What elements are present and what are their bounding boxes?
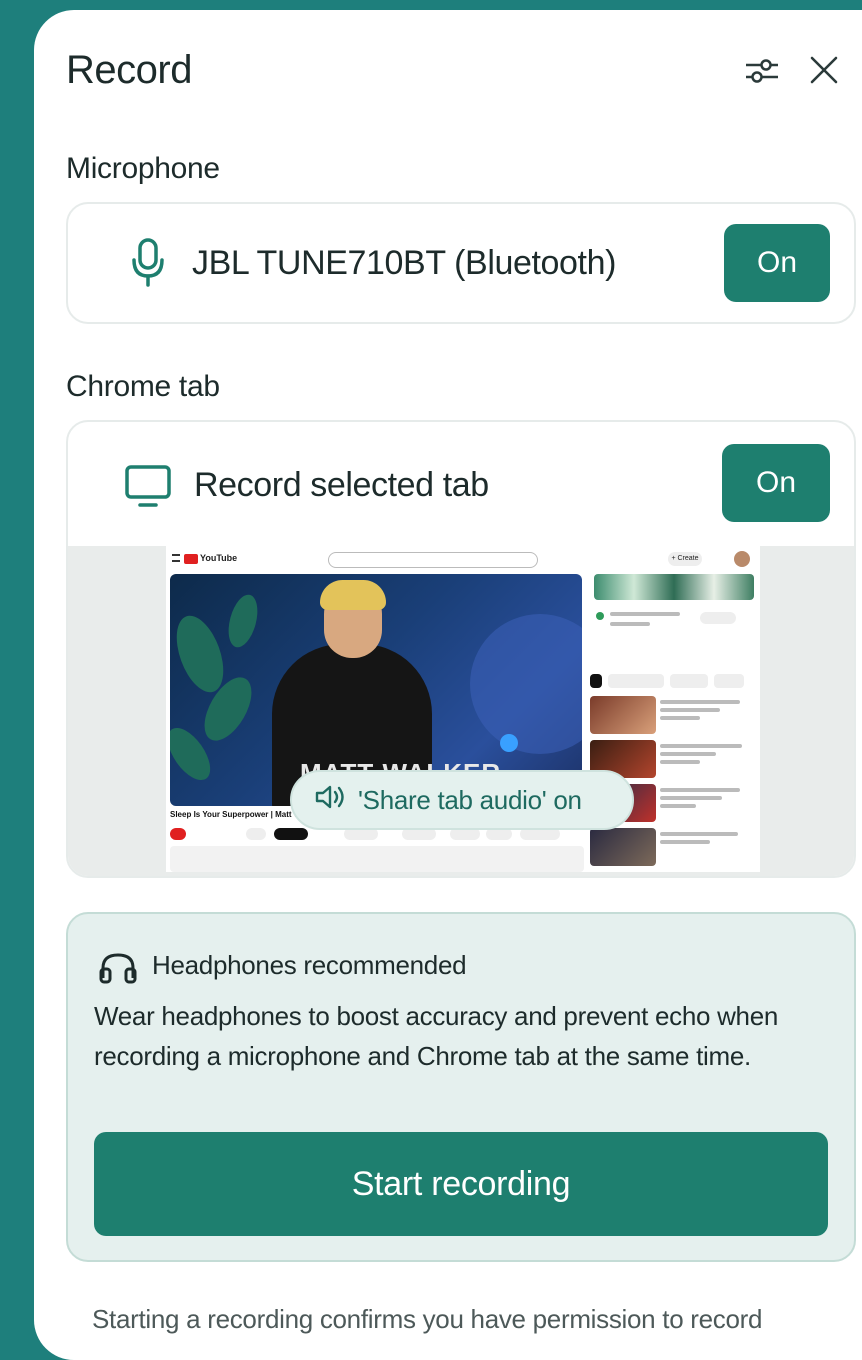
- speaker-icon: [314, 783, 358, 818]
- microphone-card[interactable]: JBL TUNE710BT (Bluetooth) On: [66, 202, 856, 324]
- chrome-tab-card: Record selected tab On YouTube + Create: [66, 420, 856, 878]
- avatar: [734, 551, 750, 567]
- youtube-logo-icon: [184, 554, 198, 564]
- record-panel: Record Microphone JBL TUNE710BT (Bluetoo…: [34, 10, 862, 1360]
- microphone-device-name: JBL TUNE710BT (Bluetooth): [192, 244, 617, 282]
- record-selected-tab-label: Record selected tab: [194, 466, 489, 504]
- chrome-tab-toggle-button[interactable]: On: [722, 444, 830, 522]
- close-icon[interactable]: [808, 54, 840, 91]
- panel-title: Record: [66, 48, 192, 92]
- chrome-tab-section-label: Chrome tab: [66, 370, 220, 403]
- tip-body: Wear headphones to boost accuracy and pr…: [94, 1001, 779, 1071]
- microphone-icon: [130, 238, 166, 293]
- video-title: Sleep Is Your Superpower | Matt Wa: [170, 810, 306, 819]
- youtube-search-bar: [328, 552, 538, 568]
- sliders-icon[interactable]: [744, 56, 780, 91]
- video-description: [170, 846, 584, 872]
- youtube-create-button: + Create: [668, 552, 702, 566]
- start-recording-button[interactable]: Start recording: [94, 1132, 828, 1236]
- headphones-tip-card: Headphones recommended Wear headphones t…: [66, 912, 856, 1262]
- permission-notice: Starting a recording confirms you have p…: [92, 1304, 763, 1334]
- microphone-section-label: Microphone: [66, 152, 220, 185]
- tip-title: Headphones recommended: [152, 950, 467, 980]
- youtube-header: YouTube + Create: [166, 546, 760, 572]
- share-tab-audio-pill[interactable]: 'Share tab audio' on: [290, 770, 634, 830]
- headphones-icon: [98, 952, 138, 989]
- channel-avatar: [170, 828, 186, 840]
- share-tab-audio-label: 'Share tab audio' on: [358, 784, 582, 815]
- tab-preview: YouTube + Create MATT WALKER: [68, 546, 854, 876]
- menu-icon: [172, 554, 180, 562]
- microphone-toggle-button[interactable]: On: [724, 224, 830, 302]
- sidebar-banner: [594, 574, 754, 600]
- youtube-logo-text: YouTube: [200, 553, 238, 563]
- monitor-icon: [124, 464, 172, 513]
